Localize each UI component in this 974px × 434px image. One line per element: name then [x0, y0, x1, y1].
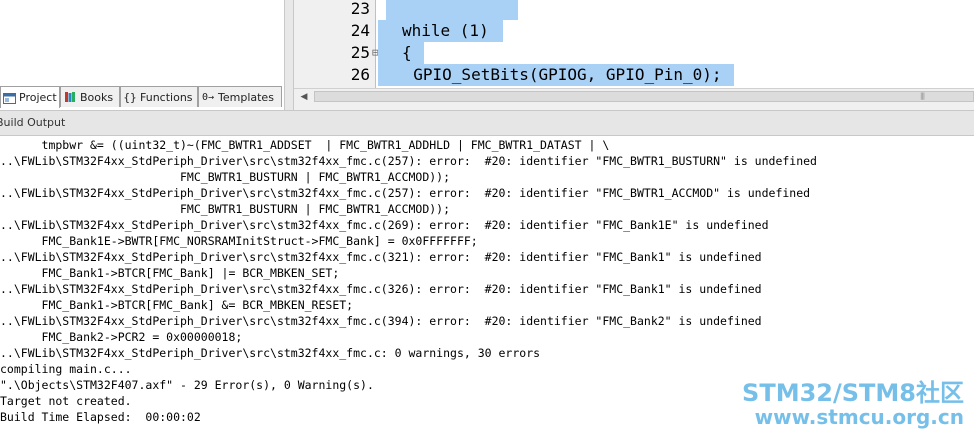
watermark-title: STM32/STM8社区 — [742, 379, 964, 407]
tab-functions[interactable]: {} Functions — [120, 86, 198, 107]
editor-horizontal-scrollbar[interactable]: ◀ ||| — [294, 88, 974, 105]
panel-splitter[interactable] — [284, 0, 294, 110]
tab-project-label: Project — [19, 91, 57, 104]
build-output-title: Build Output — [0, 116, 66, 129]
code-line[interactable]: GPIO_SetBits(GPIOG, GPIO_Pin_0); — [378, 64, 734, 86]
tab-books-label: Books — [80, 90, 114, 104]
build-output-header: Build Output — [0, 110, 974, 136]
code-line-wrap: GPIO_SetBits(GPIOG, GPIO_Pin_0); — [378, 64, 734, 86]
project-panel-tabs: Project Books {} Functions 0→ Templates — [0, 86, 282, 108]
output-line: ..\FWLib\STM32F4xx_StdPeriph_Driver\src\… — [0, 186, 811, 200]
output-line: ".\Objects\STM32F407.axf" - 29 Error(s),… — [0, 378, 374, 392]
code-line[interactable]: { — [378, 42, 424, 64]
scrollbar-thumb[interactable]: ||| — [314, 91, 974, 102]
books-icon — [63, 90, 77, 104]
tab-templates[interactable]: 0→ Templates — [198, 86, 282, 107]
line-number: 26 — [350, 65, 370, 84]
output-line: tmpbwr &= ((uint32_t)~(FMC_BWTR1_ADDSET … — [0, 138, 610, 152]
output-line: ..\FWLib\STM32F4xx_StdPeriph_Driver\src\… — [0, 346, 541, 360]
line-number: 23 — [350, 0, 370, 18]
project-panel: Project Books {} Functions 0→ Templates — [0, 0, 284, 110]
code-line[interactable]: while (1) — [378, 20, 503, 42]
tab-project[interactable]: Project — [0, 86, 60, 108]
code-line[interactable] — [386, 0, 518, 20]
output-line: ..\FWLib\STM32F4xx_StdPeriph_Driver\src\… — [0, 154, 817, 168]
output-line: FMC_BWTR1_BUSTURN | FMC_BWTR1_ACCMOD)); — [0, 170, 451, 184]
templates-icon: 0→ — [201, 91, 215, 103]
code-line-selected-bg: while (1) — [378, 20, 527, 42]
scroll-left-icon[interactable]: ◀ — [296, 89, 312, 105]
ide-top-area: Project Books {} Functions 0→ Templates … — [0, 0, 974, 110]
watermark: STM32/STM8社区 www.stmcu.org.cn — [742, 380, 964, 428]
output-line: ..\FWLib\STM32F4xx_StdPeriph_Driver\src\… — [0, 218, 769, 232]
build-output-panel[interactable]: tmpbwr &= ((uint32_t)~(FMC_BWTR1_ADDSET … — [0, 137, 974, 434]
output-line: ..\FWLib\STM32F4xx_StdPeriph_Driver\src\… — [0, 250, 762, 264]
code-editor[interactable]: 23 24 while (1) 25 ⊟ { 26 GPIO_SetBits(G… — [294, 0, 974, 88]
output-line: compiling main.c... — [0, 362, 132, 376]
line-number: 25 — [350, 43, 370, 62]
grip-icon: ||| — [920, 92, 925, 100]
line-number: 24 — [350, 21, 370, 40]
functions-icon: {} — [123, 90, 137, 104]
tab-templates-label: Templates — [218, 90, 274, 104]
output-line: ..\FWLib\STM32F4xx_StdPeriph_Driver\src\… — [0, 314, 762, 328]
output-line: FMC_Bank1->BTCR[FMC_Bank] |= BCR_MBKEN_S… — [0, 266, 340, 280]
output-line: Build Time Elapsed: 00:00:02 — [0, 410, 201, 424]
watermark-url: www.stmcu.org.cn — [754, 405, 964, 429]
output-line: ..\FWLib\STM32F4xx_StdPeriph_Driver\src\… — [0, 282, 762, 296]
output-line: FMC_Bank2->PCR2 = 0x00000018; — [0, 330, 243, 344]
code-line-wrap: { — [378, 42, 424, 64]
output-line: FMC_Bank1->BTCR[FMC_Bank] &= BCR_MBKEN_R… — [0, 298, 354, 312]
project-icon — [3, 91, 16, 105]
output-line: Target not created. — [0, 394, 132, 408]
output-line: FMC_BWTR1_BUSTURN | FMC_BWTR1_ACCMOD)); — [0, 202, 451, 216]
tab-books[interactable]: Books — [60, 86, 120, 107]
tab-functions-label: Functions — [140, 90, 193, 104]
output-line: FMC_Bank1E->BWTR[FMC_NORSRAMInitStruct->… — [0, 234, 478, 248]
